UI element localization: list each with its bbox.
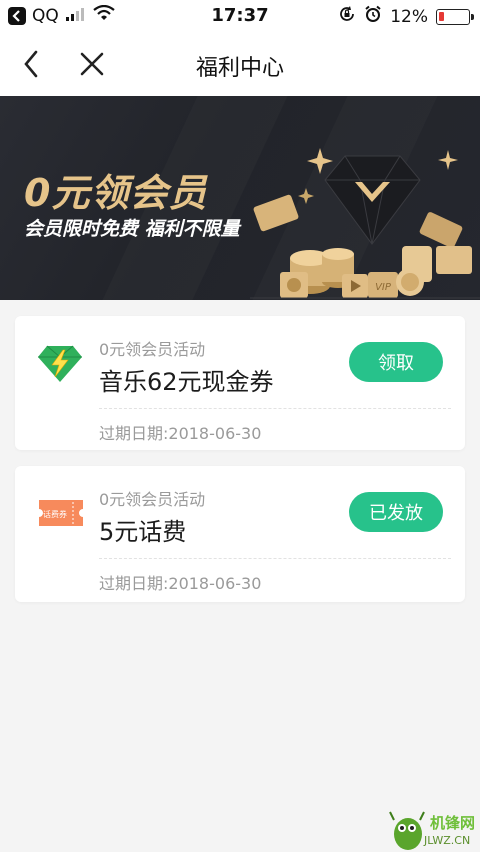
card-divider: [99, 558, 451, 559]
card-activity-label: 0元领会员活动: [99, 490, 206, 509]
status-bar-right: 12%: [338, 5, 474, 28]
nav-bar: 福利中心: [0, 32, 480, 96]
watermark-url: JLWZ.CN: [424, 834, 471, 847]
lightning-diamond-icon: [37, 344, 83, 388]
vip-diamond-illustration: VIP: [250, 148, 480, 299]
card-divider: [99, 408, 451, 409]
phone-bill-ticket-icon: 话费券: [37, 498, 85, 532]
banner-vip-label: VIP: [375, 282, 392, 293]
card-title: 5元话费: [99, 518, 187, 546]
promo-banner[interactable]: 0元领会员 会员限时免费 福利不限量 VIP: [0, 96, 480, 300]
card-expiry: 过期日期:2018-06-30: [99, 574, 262, 593]
coupon-card: 话费券 0元领会员活动 5元话费 已发放 过期日期:2018-06-30: [15, 466, 465, 602]
banner-title: 0元领会员: [24, 171, 208, 215]
watermark-text: 机锋网: [430, 814, 476, 832]
card-expiry: 过期日期:2018-06-30: [99, 424, 262, 443]
banner-subtitle: 会员限时免费 福利不限量: [24, 218, 240, 240]
alarm-icon: [364, 5, 382, 28]
page: QQ 17:37 12% 福利中心 0元领会员 会员限时免费 福利不限量 VIP…: [0, 0, 480, 852]
claim-button[interactable]: 领取: [349, 342, 443, 382]
battery-percent: 12%: [390, 6, 428, 27]
card-title: 音乐62元现金券: [99, 368, 274, 396]
issued-button[interactable]: 已发放: [349, 492, 443, 532]
page-title: 福利中心: [195, 56, 284, 81]
coupon-card: 0元领会员活动 音乐62元现金券 领取 过期日期:2018-06-30: [15, 316, 465, 450]
status-bar: QQ 17:37 12%: [0, 0, 480, 32]
rotation-lock-icon: [338, 5, 356, 28]
card-activity-label: 0元领会员活动: [99, 340, 206, 359]
battery-icon: [436, 8, 474, 25]
ticket-icon-label: 话费券: [43, 509, 67, 519]
battery-fill: [439, 11, 444, 21]
